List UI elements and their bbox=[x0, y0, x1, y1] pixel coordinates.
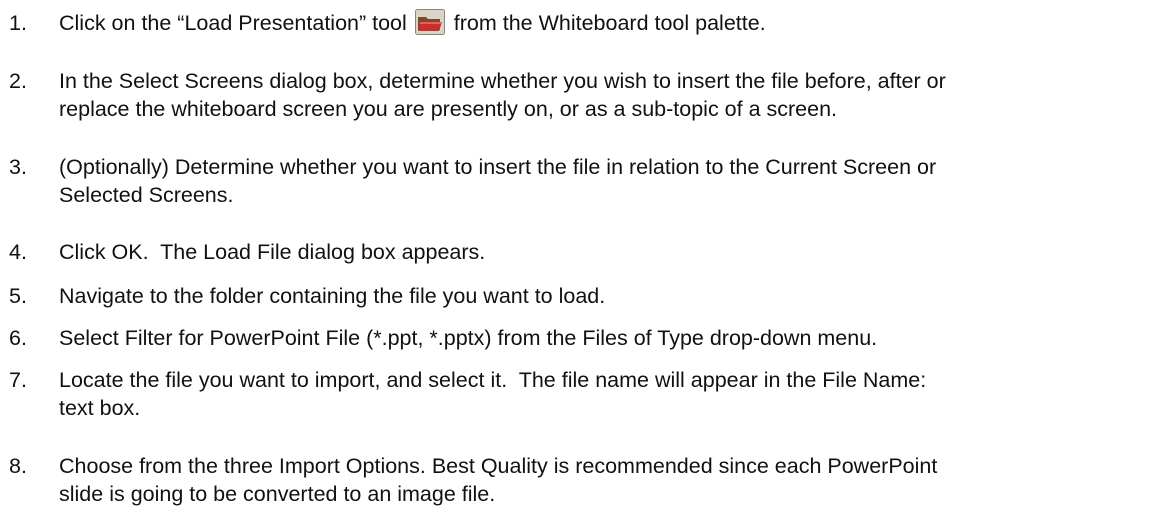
step-text-line: (Optionally) Determine whether you want … bbox=[59, 155, 937, 179]
step-text: Navigate to the folder containing the fi… bbox=[59, 282, 1154, 310]
step-text: Click OK. The Load File dialog box appea… bbox=[59, 238, 1154, 266]
step-number: 6. bbox=[9, 326, 27, 350]
step-text-before-icon: Click on the “Load Presentation” tool bbox=[59, 11, 407, 35]
step-text: Click on the “Load Presentation” tool fr… bbox=[59, 9, 1154, 37]
folder-open-icon bbox=[414, 9, 445, 35]
step-text: In the Select Screens dialog box, determ… bbox=[59, 67, 1154, 123]
step-text-line: replace the whiteboard screen you are pr… bbox=[59, 97, 838, 121]
step-text-after-icon: from the Whiteboard tool palette. bbox=[453, 11, 766, 35]
step-text: Choose from the three Import Options. Be… bbox=[59, 452, 1154, 508]
step-text-line: Selected Screens. bbox=[59, 183, 234, 207]
step-text-line: text box. bbox=[59, 396, 141, 420]
step-text-line: In the Select Screens dialog box, determ… bbox=[59, 69, 946, 93]
step-number: 2. bbox=[9, 69, 27, 93]
step-text-line: Navigate to the folder containing the fi… bbox=[59, 284, 606, 308]
step-text-line: Click OK. The Load File dialog box appea… bbox=[59, 240, 486, 264]
step-text: Select Filter for PowerPoint File (*.ppt… bbox=[59, 324, 1154, 352]
step-number: 5. bbox=[9, 284, 27, 308]
step-text: Locate the file you want to import, and … bbox=[59, 366, 1154, 422]
step-number: 1. bbox=[9, 11, 27, 35]
step-text-line: slide is going to be converted to an ima… bbox=[59, 482, 496, 506]
step-text-line: Choose from the three Import Options. Be… bbox=[59, 454, 938, 478]
step-number: 7. bbox=[9, 368, 27, 392]
step-text: (Optionally) Determine whether you want … bbox=[59, 153, 1154, 209]
step-text-line: Locate the file you want to import, and … bbox=[59, 368, 927, 392]
step-text-line: Select Filter for PowerPoint File (*.ppt… bbox=[59, 326, 878, 350]
step-number: 8. bbox=[9, 454, 27, 478]
step-number: 3. bbox=[9, 155, 27, 179]
step-number: 4. bbox=[9, 240, 27, 264]
